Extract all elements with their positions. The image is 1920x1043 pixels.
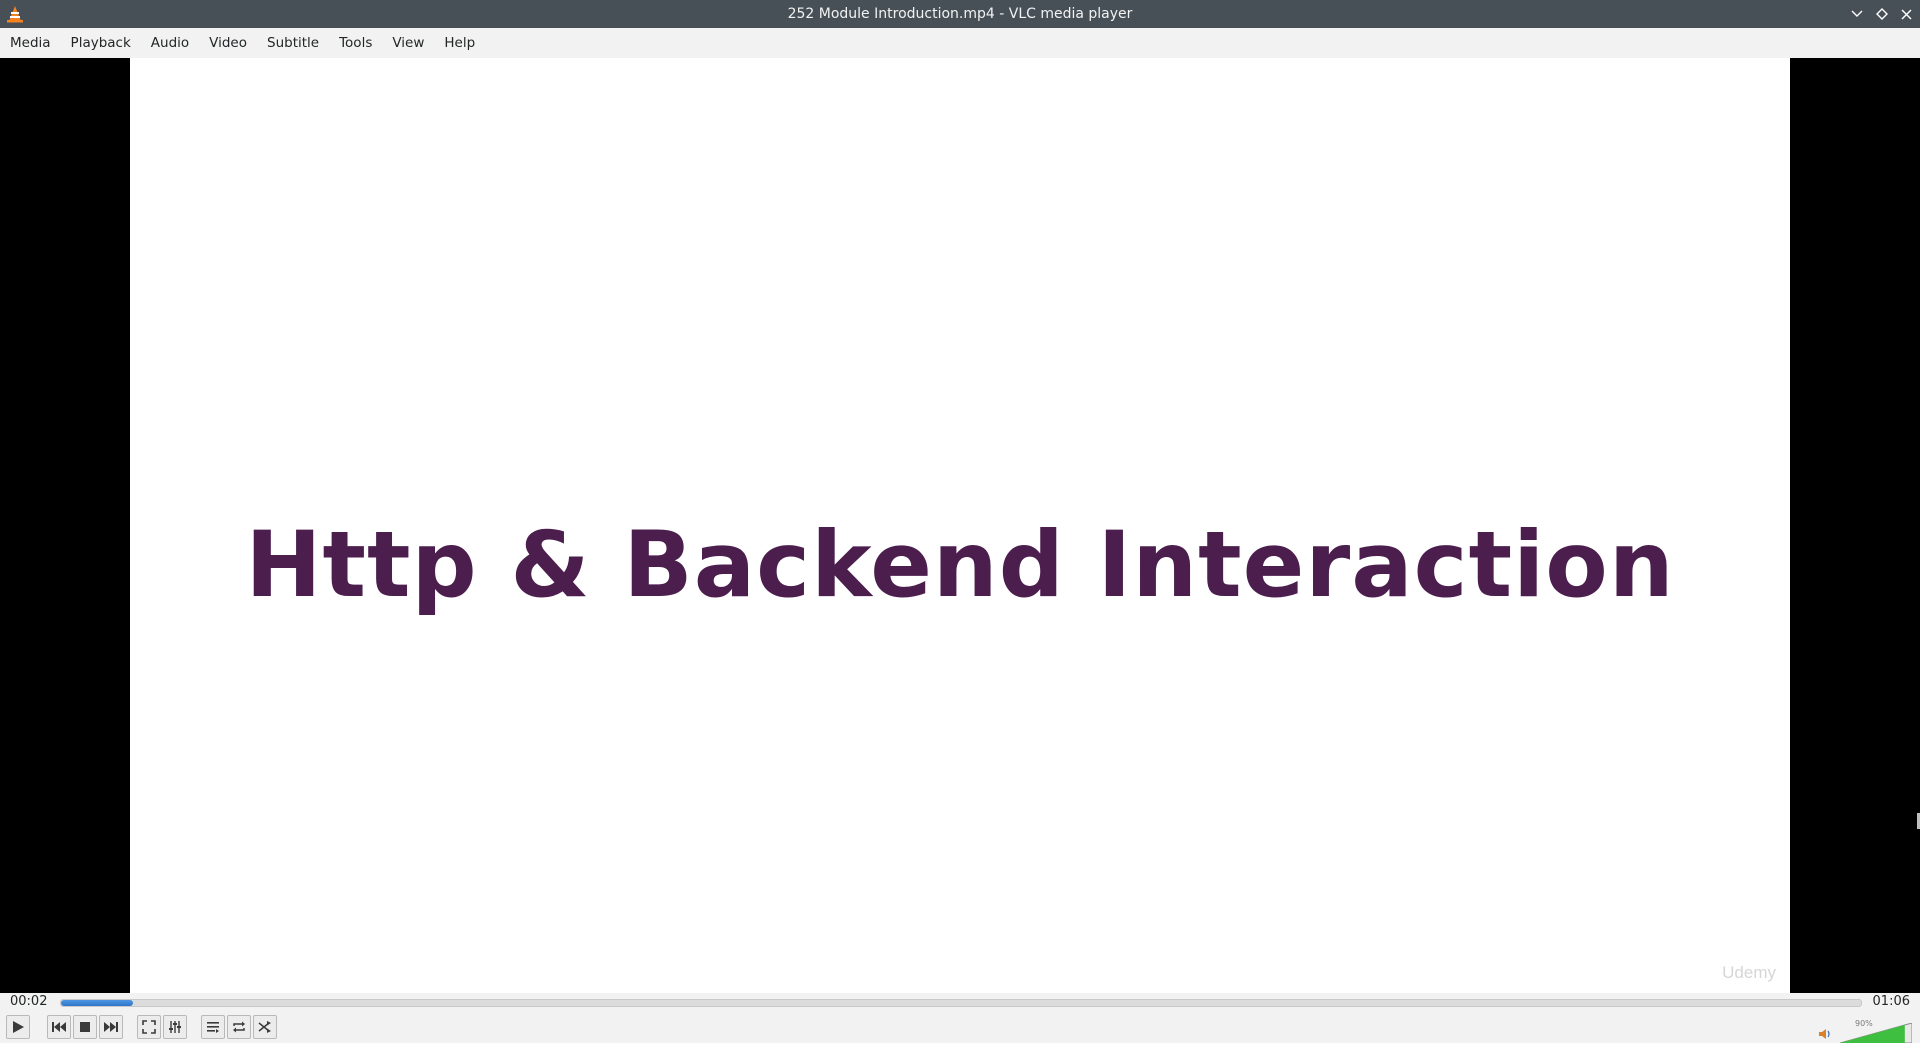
menu-tools[interactable]: Tools: [329, 28, 382, 58]
maximize-icon: [1876, 8, 1888, 20]
playlist-button[interactable]: [201, 1015, 225, 1039]
shuffle-icon: [258, 1021, 271, 1033]
speaker-icon[interactable]: [1818, 1028, 1832, 1040]
total-time: 01:06: [1872, 994, 1910, 1009]
stop-icon: [80, 1022, 90, 1032]
video-area[interactable]: Http & Backend Interaction Udemy: [0, 58, 1920, 993]
stop-button[interactable]: [73, 1015, 97, 1039]
menu-audio[interactable]: Audio: [141, 28, 199, 58]
maximize-button[interactable]: [1871, 0, 1893, 28]
menu-help[interactable]: Help: [434, 28, 485, 58]
close-icon: [1900, 8, 1912, 20]
slide-title: Http & Backend Interaction: [245, 513, 1675, 618]
video-frame[interactable]: Http & Backend Interaction Udemy: [130, 58, 1790, 993]
menu-view[interactable]: View: [382, 28, 434, 58]
fullscreen-button[interactable]: [137, 1015, 161, 1039]
elapsed-time: 00:02: [10, 994, 48, 1009]
extended-settings-icon: [169, 1021, 181, 1033]
extended-settings-button[interactable]: [163, 1015, 187, 1039]
previous-button[interactable]: [47, 1015, 71, 1039]
next-button[interactable]: [99, 1015, 123, 1039]
volume-slider[interactable]: [1840, 1023, 1912, 1043]
seek-progress-fill: [61, 1000, 133, 1006]
close-button[interactable]: [1895, 0, 1917, 28]
play-icon: [13, 1021, 24, 1033]
menu-media[interactable]: Media: [0, 28, 61, 58]
menu-subtitle[interactable]: Subtitle: [257, 28, 329, 58]
previous-icon: [52, 1022, 66, 1032]
udemy-watermark: Udemy: [1722, 963, 1776, 982]
playlist-icon: [207, 1022, 219, 1033]
menu-video[interactable]: Video: [199, 28, 257, 58]
menu-playback[interactable]: Playback: [61, 28, 141, 58]
minimize-icon: [1851, 10, 1863, 17]
loop-icon: [233, 1021, 245, 1033]
menu-bar: Media Playback Audio Video Subtitle Tool…: [0, 28, 1920, 59]
seek-row: 00:02 01:06: [0, 993, 1920, 1011]
control-bar: 90%: [0, 1011, 1920, 1043]
loop-button[interactable]: [227, 1015, 251, 1039]
minimize-button[interactable]: [1846, 0, 1868, 28]
shuffle-button[interactable]: [253, 1015, 277, 1039]
seek-slider[interactable]: [60, 999, 1862, 1007]
fullscreen-icon: [142, 1020, 156, 1034]
play-button[interactable]: [6, 1015, 30, 1039]
window-title: 252 Module Introduction.mp4 - VLC media …: [787, 6, 1133, 22]
next-icon: [104, 1022, 118, 1032]
title-bar: 252 Module Introduction.mp4 - VLC media …: [0, 0, 1920, 28]
